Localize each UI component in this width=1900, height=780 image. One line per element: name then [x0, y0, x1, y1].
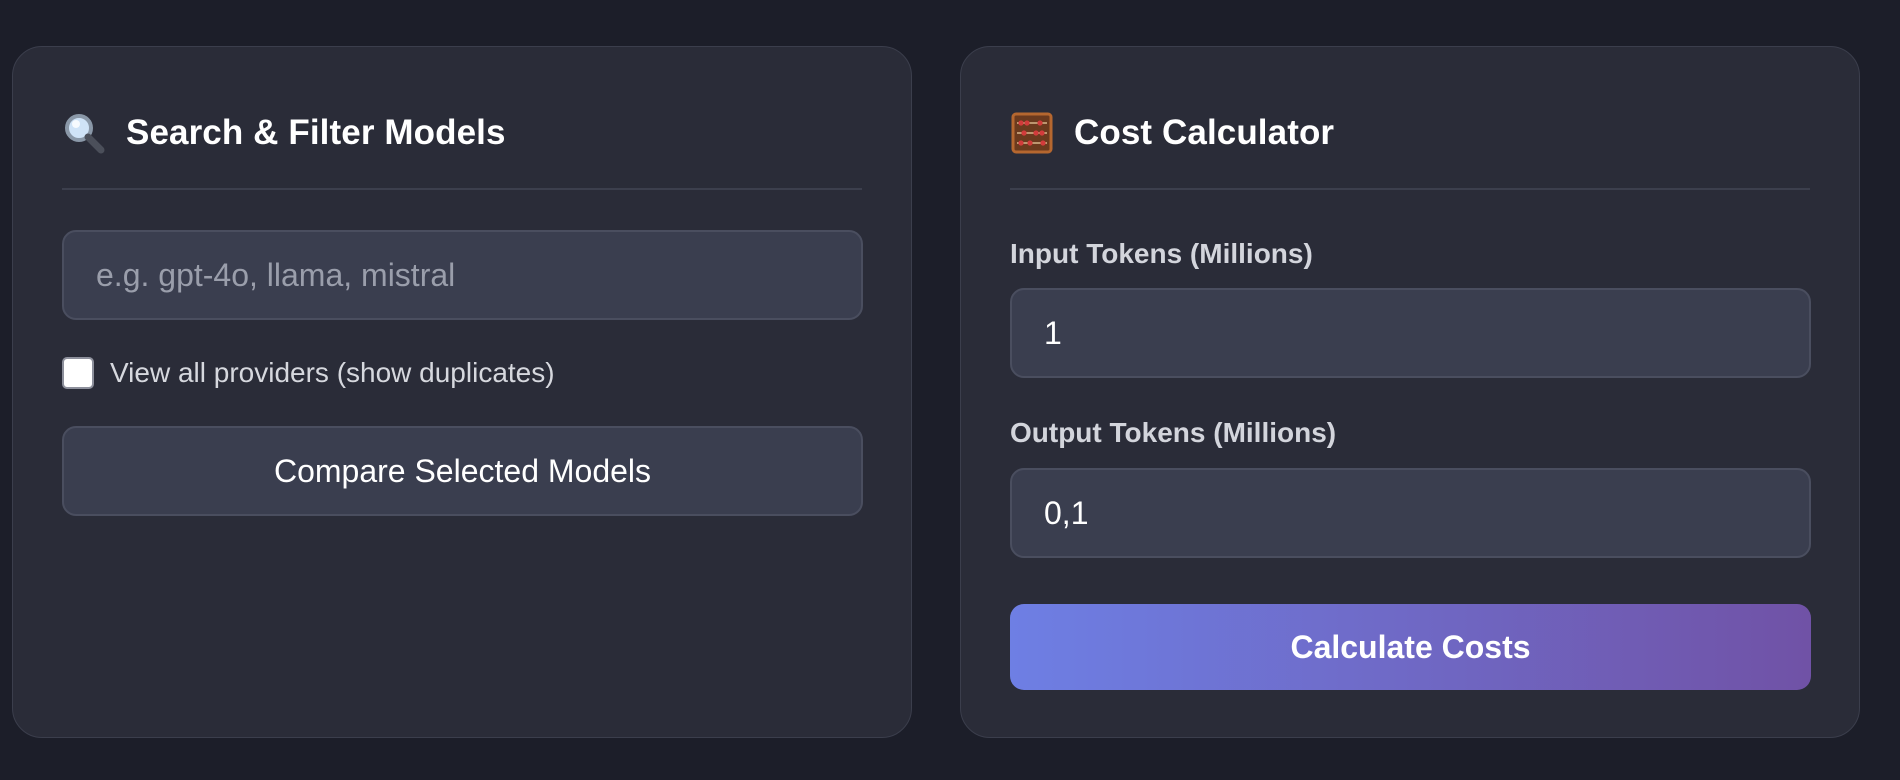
- calculator-panel-header: Cost Calculator: [1010, 105, 1334, 161]
- output-tokens-label: Output Tokens (Millions): [1010, 417, 1337, 448]
- calculator-panel-title: Cost Calculator: [1074, 113, 1335, 152]
- view-all-providers-label: View all providers (show duplicates): [110, 357, 555, 388]
- calculate-costs-button[interactable]: Calculate Costs: [1010, 604, 1811, 690]
- search-panel-divider: [62, 188, 862, 190]
- search-filter-panel: Search & Filter Models View all provider…: [12, 46, 912, 738]
- view-all-providers-checkbox[interactable]: [62, 357, 94, 389]
- input-tokens-field[interactable]: [1010, 288, 1811, 378]
- compare-models-button[interactable]: Compare Selected Models: [62, 426, 863, 516]
- cost-calculator-panel: Cost Calculator Input Tokens (Millions) …: [960, 46, 1860, 738]
- output-tokens-field[interactable]: [1010, 468, 1811, 558]
- search-input[interactable]: [62, 230, 863, 320]
- magnifying-glass-icon: [65, 114, 105, 154]
- abacus-icon: [1011, 112, 1053, 154]
- calculator-panel-divider: [1010, 188, 1810, 190]
- view-all-providers-row[interactable]: View all providers (show duplicates): [62, 357, 555, 389]
- search-panel-header: Search & Filter Models: [62, 105, 506, 161]
- input-tokens-label: Input Tokens (Millions): [1010, 238, 1313, 269]
- search-panel-title: Search & Filter Models: [126, 113, 506, 152]
